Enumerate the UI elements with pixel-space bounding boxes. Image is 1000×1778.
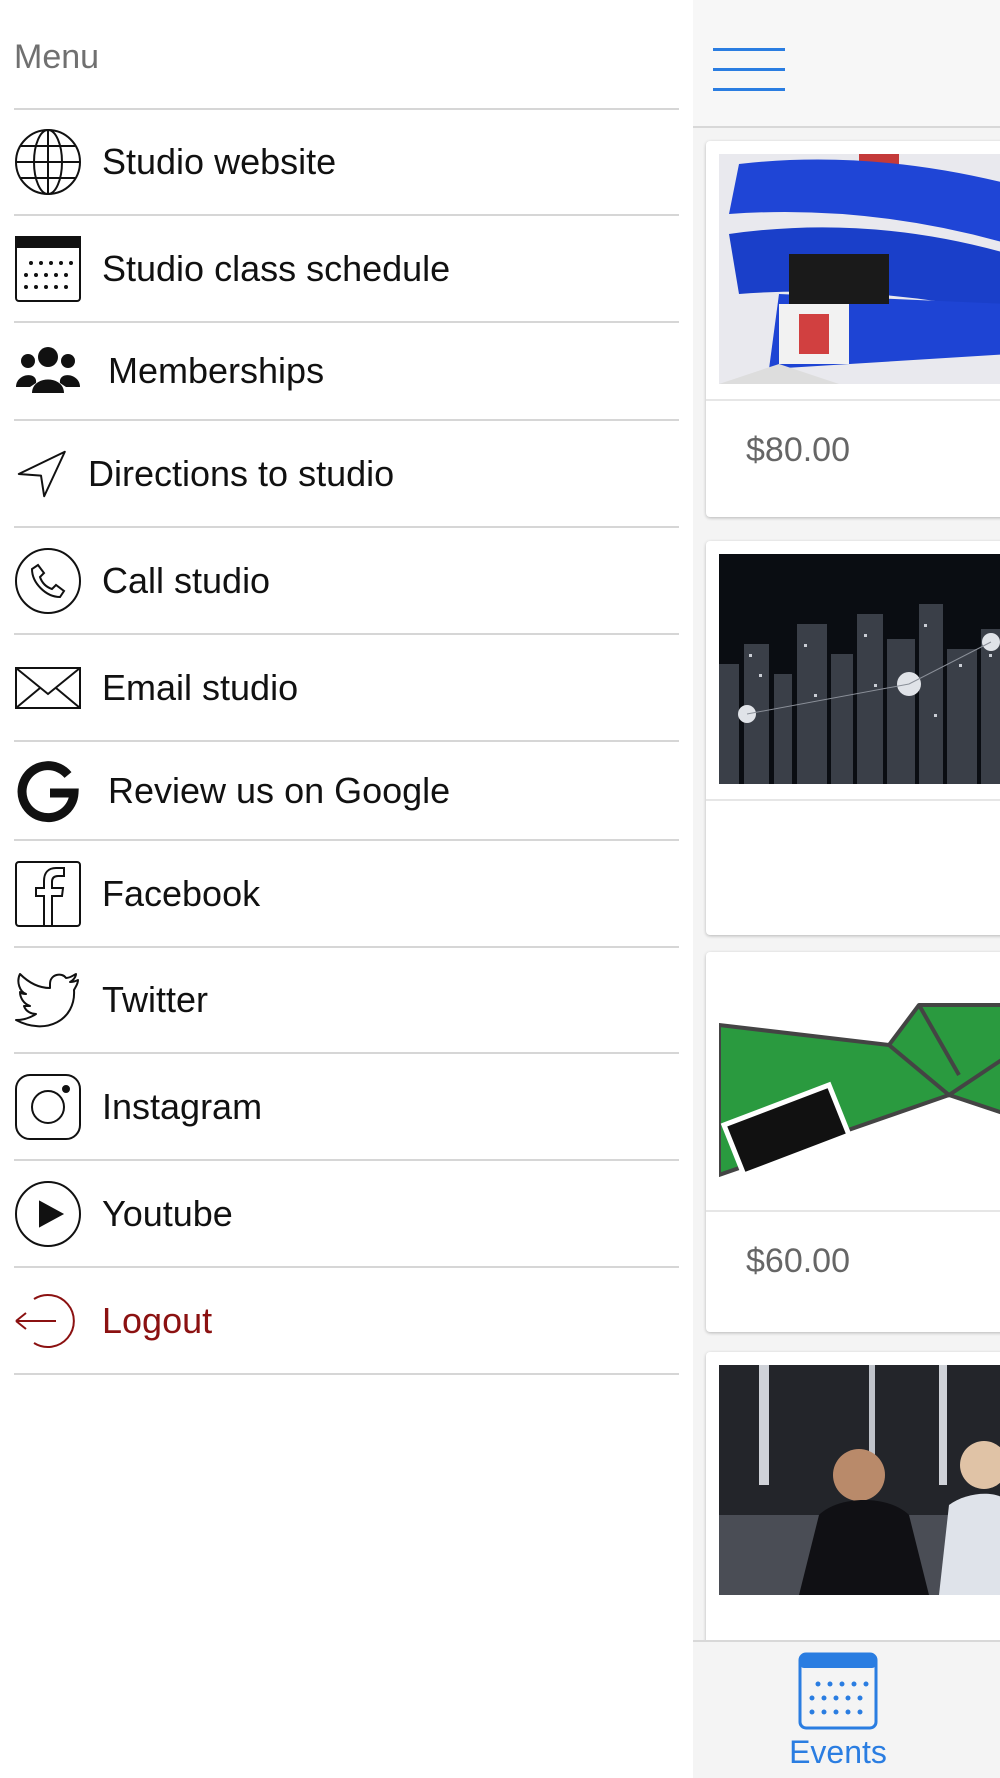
menu-item-memberships[interactable]: Memberships <box>14 323 679 421</box>
menu-item-directions[interactable]: Directions to studio <box>14 421 679 528</box>
navigation-arrow-icon <box>14 440 68 508</box>
tab-events[interactable]: Events <box>783 1652 893 1777</box>
users-icon <box>14 337 82 405</box>
menu-item-class-schedule[interactable]: Studio class schedule <box>14 216 679 323</box>
menu-item-label: Studio class schedule <box>102 247 451 289</box>
facebook-icon <box>14 860 82 928</box>
menu-item-label: Email studio <box>102 666 299 708</box>
calendar-icon <box>798 1652 878 1730</box>
twitter-icon <box>14 966 82 1034</box>
google-icon <box>14 757 82 825</box>
envelope-icon <box>14 654 82 722</box>
card-divider <box>706 399 1000 401</box>
event-price: $80.00 <box>746 431 850 469</box>
card-divider <box>706 1210 1000 1212</box>
green-belt-illustration <box>719 965 1000 1195</box>
menu-item-youtube[interactable]: Youtube <box>14 1161 679 1268</box>
side-menu: Menu Studio website Studio class schedul… <box>0 0 693 1778</box>
menu-item-label: Facebook <box>102 872 261 914</box>
top-bar <box>693 6 1000 128</box>
menu-title: Menu <box>14 38 100 76</box>
menu-item-label: Call studio <box>102 559 271 601</box>
menu-item-label: Studio website <box>102 141 337 182</box>
bottom-tab-bar: Events <box>693 1640 1000 1778</box>
menu-item-label: Memberships <box>108 350 325 391</box>
app-screen: Menu Studio website Studio class schedul… <box>0 0 1000 1778</box>
menu-item-email-studio[interactable]: Email studio <box>14 635 679 742</box>
event-card[interactable] <box>706 541 1000 935</box>
menu-item-label: Youtube <box>102 1192 233 1234</box>
city-night-photo <box>719 554 1000 784</box>
event-card[interactable]: $80.00 <box>706 141 1000 517</box>
menu-item-label: Directions to studio <box>88 452 395 494</box>
menu-item-instagram[interactable]: Instagram <box>14 1054 679 1161</box>
event-price: $60.00 <box>746 1242 850 1280</box>
tab-events-label: Events <box>789 1734 887 1770</box>
menu-item-label: Twitter <box>102 979 209 1020</box>
martial-arts-class-photo <box>719 1365 1000 1595</box>
calendar-icon <box>14 235 82 303</box>
menu-item-review-google[interactable]: Review us on Google <box>14 742 679 841</box>
logout-button[interactable]: Logout <box>14 1268 679 1375</box>
event-card[interactable]: $60.00 <box>706 952 1000 1332</box>
menu-list: Studio website Studio class schedule Mem… <box>14 108 679 1375</box>
menu-item-label: Instagram <box>102 1085 263 1127</box>
instagram-icon <box>14 1073 82 1141</box>
globe-icon <box>14 128 82 196</box>
event-card[interactable] <box>706 1352 1000 1672</box>
card-divider <box>706 799 1000 801</box>
blue-belt-photo <box>719 154 1000 384</box>
menu-item-studio-website[interactable]: Studio website <box>14 110 679 216</box>
logout-icon <box>14 1287 82 1355</box>
menu-item-twitter[interactable]: Twitter <box>14 948 679 1054</box>
menu-item-label: Review us on Google <box>108 769 451 811</box>
logout-label: Logout <box>102 1299 213 1341</box>
menu-item-call-studio[interactable]: Call studio <box>14 528 679 635</box>
main-content: $80.00 $60.00 Events <box>693 6 1000 1778</box>
phone-icon <box>14 547 82 615</box>
hamburger-menu-icon[interactable] <box>713 48 787 96</box>
youtube-play-icon <box>14 1180 82 1248</box>
menu-item-facebook[interactable]: Facebook <box>14 841 679 948</box>
